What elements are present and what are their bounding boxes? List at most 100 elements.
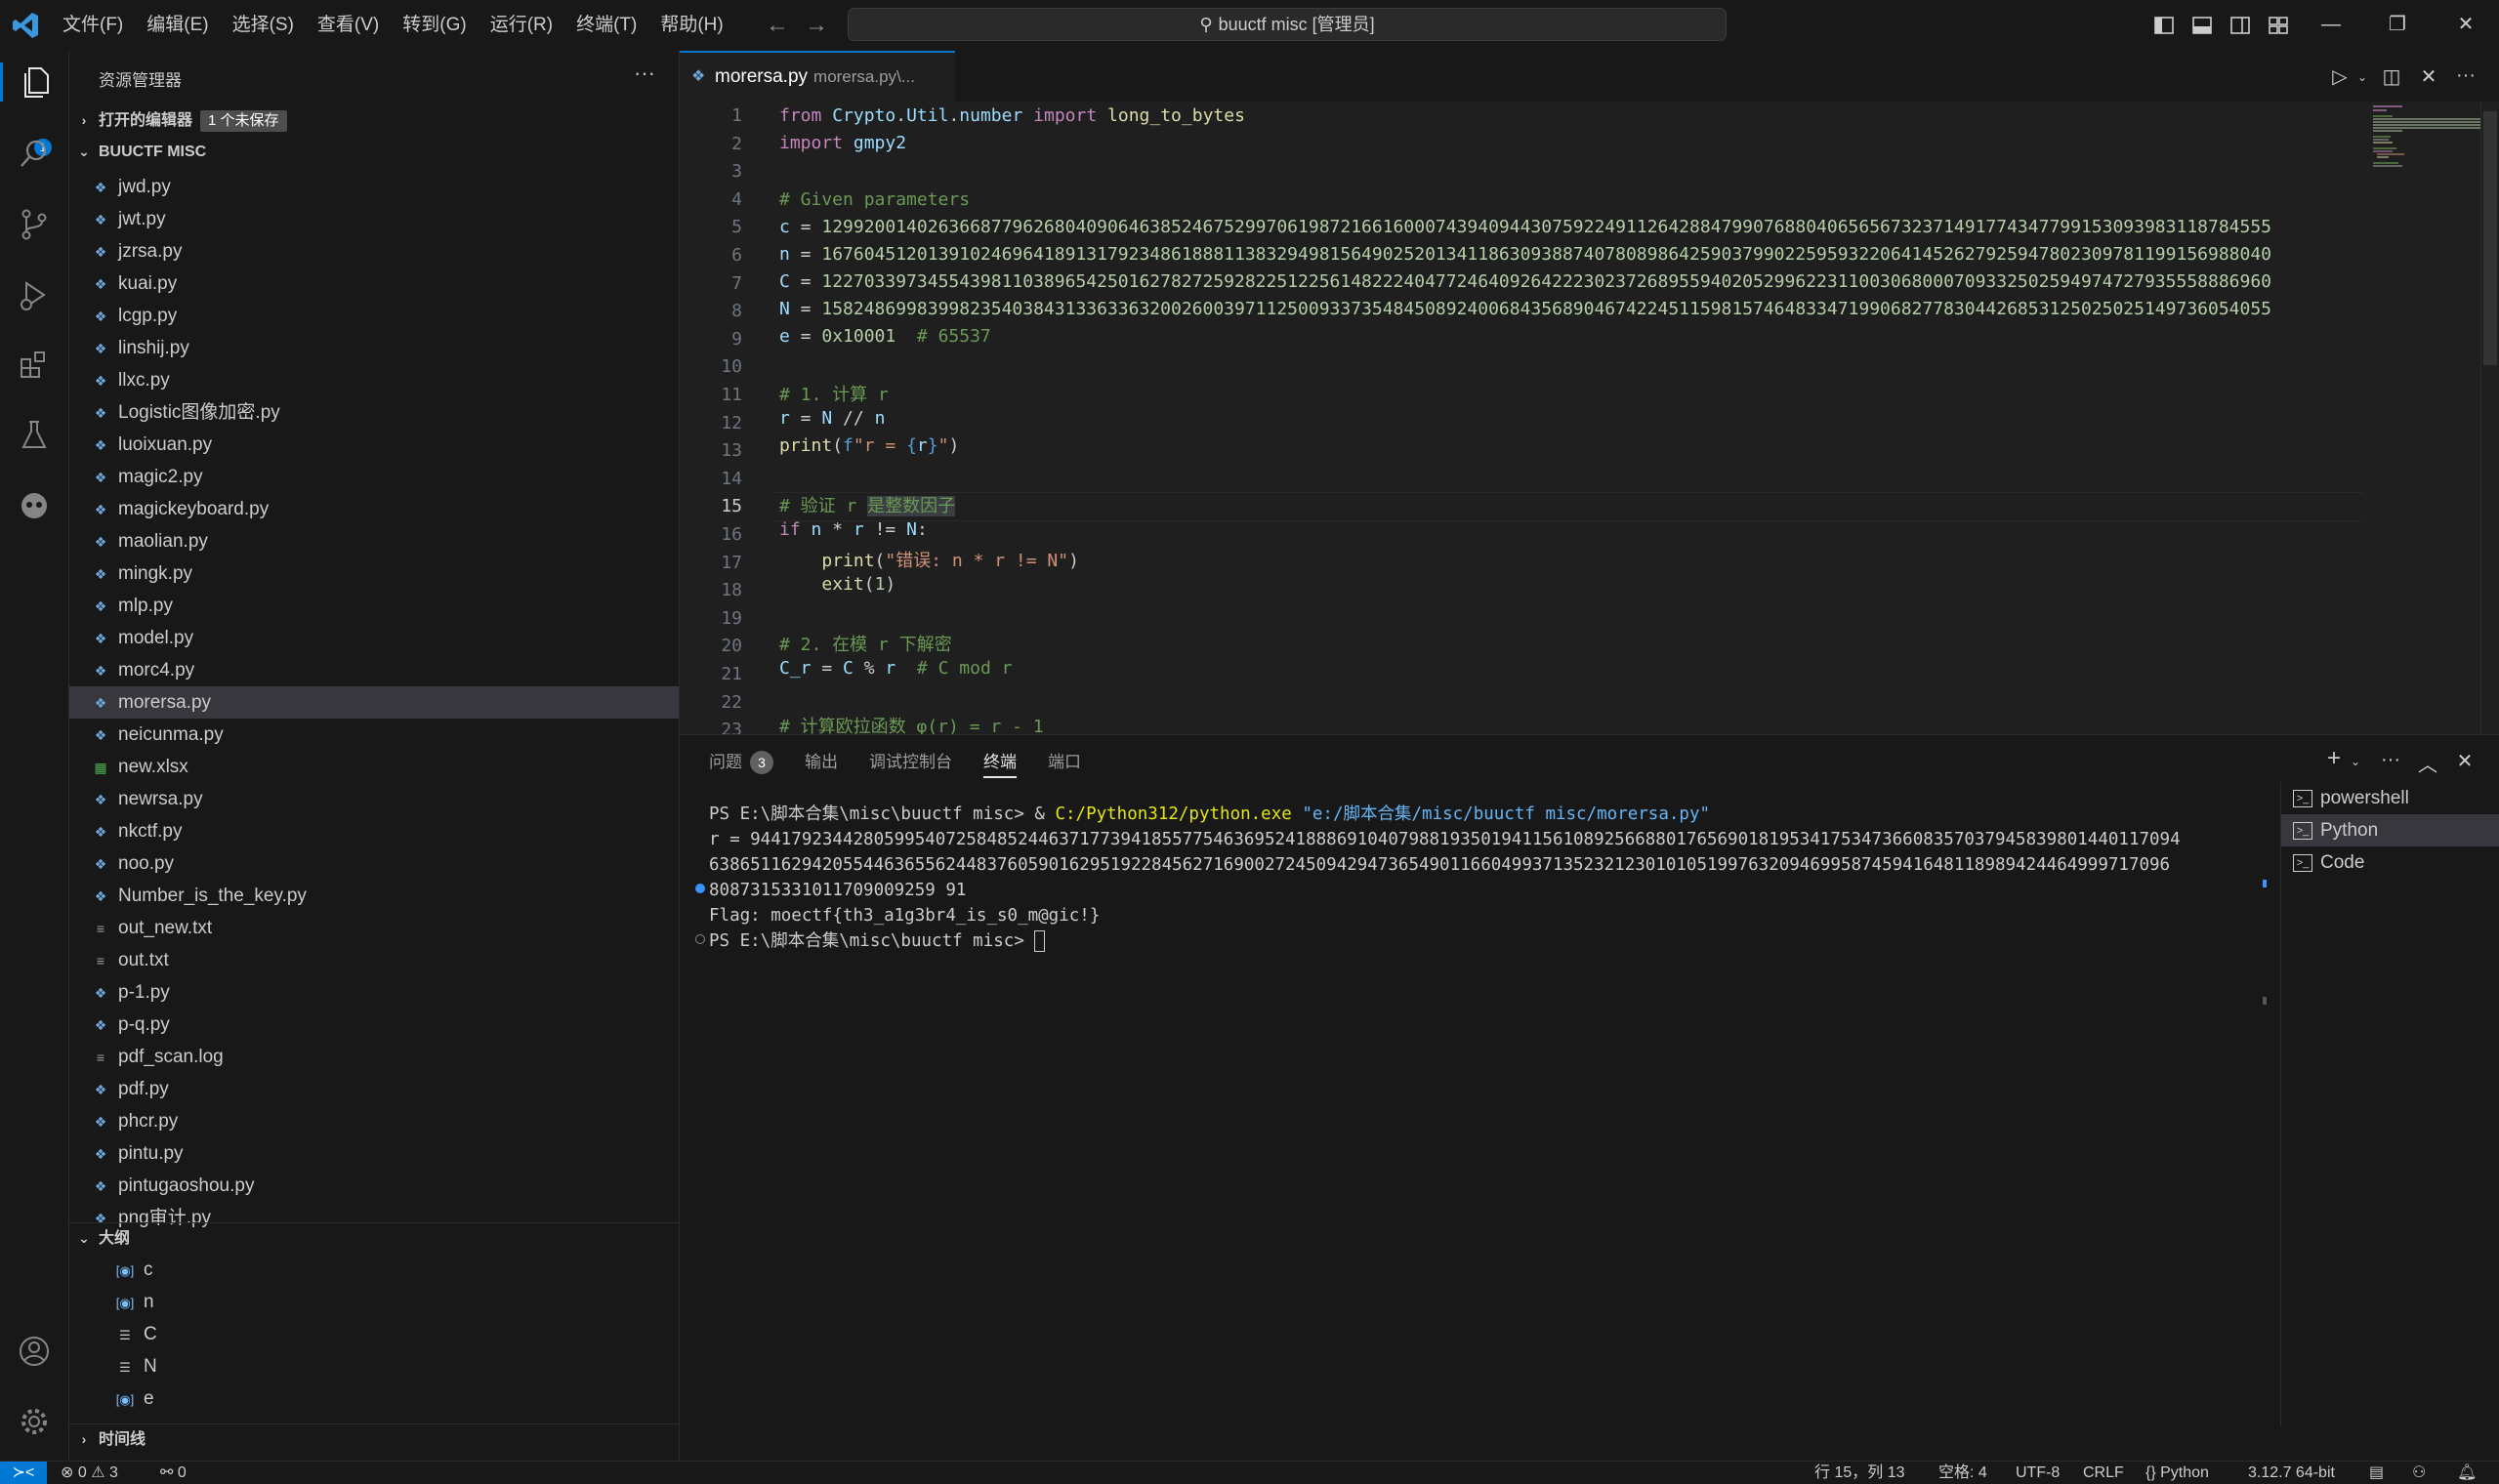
file-item[interactable]: ❖ mlp.py	[69, 590, 679, 622]
back-arrow-icon[interactable]: ←	[764, 12, 791, 39]
file-item[interactable]: ❖ model.py	[69, 622, 679, 654]
eol-status[interactable]: CRLF	[2083, 1462, 2124, 1484]
terminal-scrollbar[interactable]	[2262, 802, 2268, 1348]
python-interpreter[interactable]: 3.12.7 64-bit	[2248, 1462, 2335, 1484]
restore-button[interactable]: ❐	[2383, 10, 2412, 39]
problems-status[interactable]: ⊗ 0 ⚠ 3	[61, 1462, 118, 1484]
file-item[interactable]: ❖ pintu.py	[69, 1137, 679, 1170]
settings-gear-icon[interactable]	[15, 1402, 54, 1441]
file-item[interactable]: ❖ magickeyboard.py	[69, 493, 679, 525]
minimap[interactable]	[2363, 102, 2480, 734]
indentation-status[interactable]: 空格: 4	[1938, 1462, 1987, 1484]
outline-item[interactable]: ☰ C	[69, 1318, 679, 1350]
language-mode[interactable]: {} Python	[2145, 1462, 2209, 1484]
outline-item[interactable]: ☰ N	[69, 1350, 679, 1382]
menu-edit[interactable]: 编辑(E)	[135, 0, 220, 51]
file-item[interactable]: ❖ newrsa.py	[69, 783, 679, 815]
copilot-status-icon[interactable]: ⚇	[2412, 1462, 2426, 1484]
close-panel-icon[interactable]: ✕	[2451, 749, 2478, 773]
editor-scrollbar[interactable]	[2480, 102, 2499, 734]
split-editor-icon[interactable]: ◫	[2379, 64, 2404, 89]
close-editor-icon[interactable]: ✕	[2416, 64, 2441, 89]
terminal-item-code[interactable]: >_ Code	[2281, 846, 2499, 879]
cursor-position[interactable]: 行 15，列 13	[1814, 1462, 1905, 1484]
tab-problems[interactable]: 问题 3	[709, 749, 773, 778]
file-item[interactable]: ❖ pintugaoshou.py	[69, 1170, 679, 1202]
file-item[interactable]: ❖ nkctf.py	[69, 815, 679, 847]
explorer-icon[interactable]	[0, 62, 57, 102]
run-and-debug-icon[interactable]	[15, 275, 54, 314]
maximize-panel-icon[interactable]: ︿	[2414, 749, 2441, 777]
file-item[interactable]: ❖ pdf.py	[69, 1073, 679, 1105]
menu-go[interactable]: 转到(G)	[391, 0, 478, 51]
file-item[interactable]: ❖ jzrsa.py	[69, 235, 679, 268]
file-item[interactable]: ❖ llxc.py	[69, 364, 679, 396]
file-item[interactable]: ❖ kuai.py	[69, 268, 679, 300]
file-item[interactable]: ❖ maolian.py	[69, 525, 679, 557]
timeline-section[interactable]: › 时间线	[69, 1423, 679, 1454]
forward-arrow-icon[interactable]: →	[803, 12, 830, 39]
minimize-button[interactable]: —	[2316, 10, 2346, 39]
outline-item[interactable]: [◉] n	[69, 1286, 679, 1318]
github-copilot-icon[interactable]	[15, 486, 54, 525]
terminal-output[interactable]: PS E:\脚本合集\misc\buuctf misc> & C:/Python…	[695, 802, 2320, 1387]
extensions-icon[interactable]	[15, 346, 54, 385]
tab-debug-console[interactable]: 调试控制台	[869, 749, 952, 778]
file-item[interactable]: ❖ p-1.py	[69, 976, 679, 1009]
folder-section[interactable]: ⌄ BUUCTF MISC	[69, 137, 679, 166]
file-item[interactable]: ❖ lcgp.py	[69, 300, 679, 332]
file-item[interactable]: ❖ Number_is_the_key.py	[69, 880, 679, 912]
menu-run[interactable]: 运行(R)	[479, 0, 564, 51]
terminal-item-powershell[interactable]: >_ powershell	[2281, 782, 2499, 814]
file-item[interactable]: ❖ neicunma.py	[69, 719, 679, 751]
close-window-button[interactable]: ✕	[2451, 10, 2480, 39]
file-item[interactable]: ❖ Logistic图像加密.py	[69, 396, 679, 429]
menu-file[interactable]: 文件(F)	[51, 0, 135, 51]
menu-selection[interactable]: 选择(S)	[221, 0, 306, 51]
file-item[interactable]: ▦ new.xlsx	[69, 751, 679, 783]
command-pending-dot-icon[interactable]	[695, 934, 705, 944]
file-item[interactable]: ❖ phcr.py	[69, 1105, 679, 1137]
tab-morersa[interactable]: ❖ morersa.py morersa.py\...	[680, 51, 955, 102]
testing-icon[interactable]	[15, 416, 54, 455]
file-item[interactable]: ≡ out_new.txt	[69, 912, 679, 944]
chevron-down-icon[interactable]: ⌄	[2350, 70, 2375, 84]
open-editors-section[interactable]: › 打开的编辑器 1 个未保存	[69, 105, 679, 135]
file-item[interactable]: ❖ jwt.py	[69, 203, 679, 235]
command-success-dot-icon[interactable]	[695, 884, 705, 893]
file-item[interactable]: ❖ luoixuan.py	[69, 429, 679, 461]
menu-terminal[interactable]: 终端(T)	[564, 0, 648, 51]
tab-ports[interactable]: 端口	[1048, 749, 1081, 778]
file-item[interactable]: ≡ pdf_scan.log	[69, 1041, 679, 1073]
file-item[interactable]: ❖ magic2.py	[69, 461, 679, 493]
outline-item[interactable]: [◉] c	[69, 1254, 679, 1286]
menu-help[interactable]: 帮助(H)	[648, 0, 734, 51]
toggle-panel-icon[interactable]	[2190, 14, 2214, 37]
outline-section[interactable]: ⌄ 大纲	[69, 1222, 679, 1253]
tab-output[interactable]: 输出	[805, 749, 838, 778]
chevron-down-icon[interactable]: ⌄	[2342, 755, 2369, 768]
file-item[interactable]: ❖ p-q.py	[69, 1009, 679, 1041]
more-actions-icon[interactable]: ···	[2453, 64, 2478, 87]
file-item[interactable]: ❖ morc4.py	[69, 654, 679, 686]
file-item[interactable]: ❖ jwd.py	[69, 171, 679, 203]
code-editor[interactable]: 1 2 3 4 5 6 7 8 9 10 11 12 13 14 15 16 17 18 19 20 21 22 23 fr…	[680, 102, 2363, 734]
customize-layout-icon[interactable]	[2267, 14, 2290, 37]
file-item[interactable]: ❖ linshij.py	[69, 332, 679, 364]
menu-view[interactable]: 查看(V)	[306, 0, 391, 51]
encoding-status[interactable]: UTF-8	[2016, 1462, 2060, 1484]
search-icon[interactable]	[15, 135, 54, 174]
file-item[interactable]: ❖ morersa.py	[69, 686, 679, 719]
notifications-bell-icon[interactable]: 🔔︎	[2457, 1462, 2477, 1484]
toggle-secondary-sidebar-icon[interactable]	[2228, 14, 2252, 37]
ports-status[interactable]: ⚯ 0	[160, 1462, 187, 1484]
more-actions-icon[interactable]: ···	[634, 61, 655, 86]
tab-terminal[interactable]: 终端	[983, 749, 1017, 778]
terminal-item-python[interactable]: >_ Python	[2281, 814, 2499, 846]
toggle-primary-sidebar-icon[interactable]	[2152, 14, 2176, 37]
notebook-kernel-icon[interactable]: ▤	[2369, 1462, 2384, 1484]
more-actions-icon[interactable]: ···	[2377, 749, 2404, 771]
accounts-icon[interactable]	[15, 1332, 54, 1371]
remote-indicator-icon[interactable]: ≻<	[0, 1462, 47, 1484]
file-item[interactable]: ❖ noo.py	[69, 847, 679, 880]
